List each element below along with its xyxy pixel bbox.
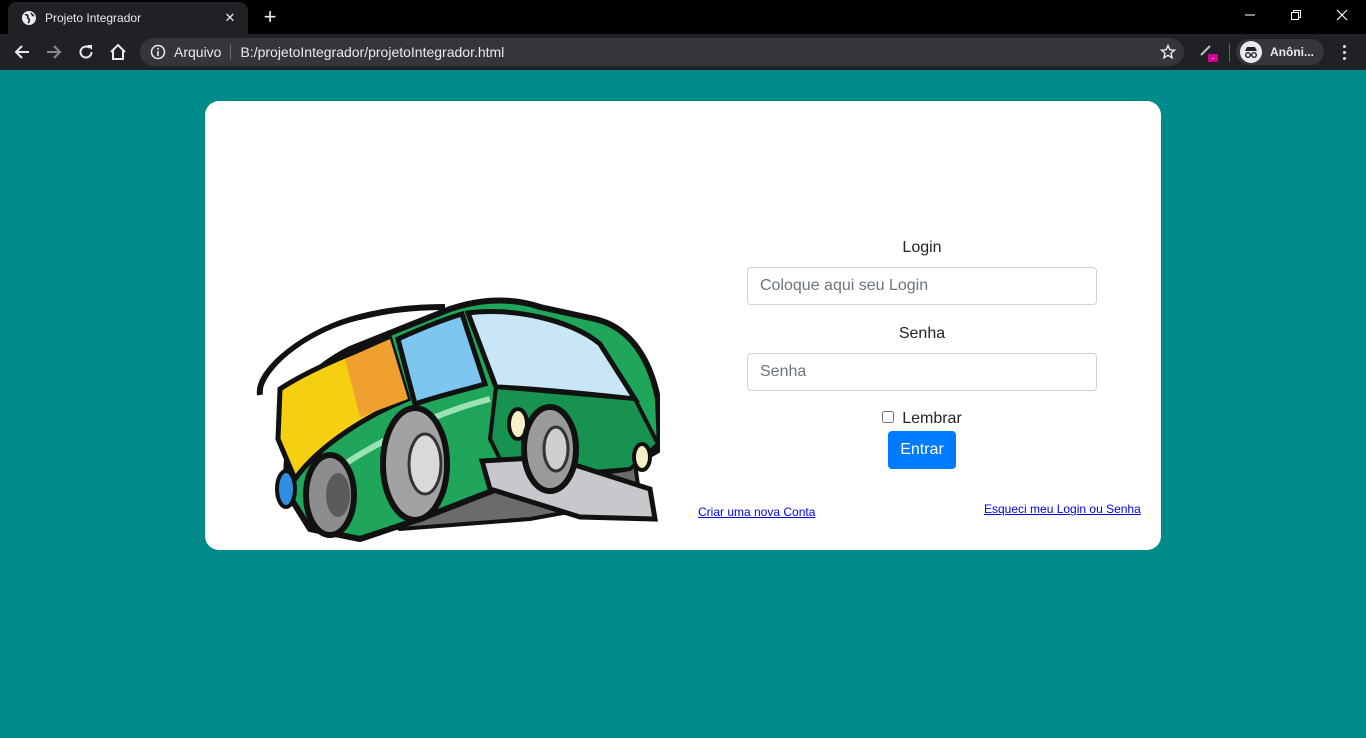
restore-icon[interactable]: [1273, 0, 1319, 30]
security-label: Arquivo: [174, 44, 222, 60]
remember-row: Lembrar: [747, 410, 1097, 428]
login-input[interactable]: [747, 267, 1097, 305]
close-window-icon[interactable]: [1319, 0, 1365, 30]
browser-menu-icon[interactable]: [1334, 42, 1354, 62]
url-text[interactable]: B:/projetoIntegrador/projetoIntegrador.h…: [240, 44, 504, 60]
remember-label: Lembrar: [902, 410, 962, 427]
remember-checkbox[interactable]: [882, 411, 895, 423]
omnibox-separator: [230, 44, 232, 60]
globe-icon: [21, 10, 37, 26]
password-label: Senha: [898, 325, 946, 342]
forward-arrow-icon[interactable]: [40, 38, 68, 66]
new-tab-button[interactable]: +: [258, 6, 282, 30]
login-submit-button[interactable]: Entrar: [888, 431, 956, 469]
extension-pen-icon[interactable]: -: [1198, 42, 1220, 64]
profile-name: Anôni...: [1270, 45, 1314, 59]
home-icon[interactable]: [104, 38, 132, 66]
create-account-link[interactable]: Criar uma nova Conta: [698, 505, 815, 519]
incognito-icon: [1240, 41, 1262, 63]
browser-tab[interactable]: Projeto Integrador ✕: [8, 2, 248, 34]
login-card: Login Senha Lembrar Entrar Criar uma nov…: [205, 101, 1161, 550]
toolbar-divider: [1229, 44, 1230, 62]
login-label: Login: [902, 239, 942, 256]
address-bar[interactable]: Arquivo B:/projetoIntegrador/projetoInte…: [140, 38, 1184, 66]
profile-button[interactable]: Anôni...: [1236, 39, 1324, 65]
forgot-credentials-link[interactable]: Esqueci meu Login ou Senha: [984, 502, 1141, 516]
tab-close-icon[interactable]: ✕: [222, 10, 238, 26]
back-arrow-icon[interactable]: [8, 38, 36, 66]
browser-toolbar: Arquivo B:/projetoIntegrador/projetoInte…: [0, 34, 1366, 70]
bookmark-star-icon[interactable]: [1160, 44, 1176, 60]
browser-tab-strip: Projeto Integrador ✕ +: [0, 0, 1366, 34]
van-illustration: [256, 297, 660, 542]
reload-icon[interactable]: [72, 38, 100, 66]
info-icon[interactable]: [150, 44, 166, 60]
minimize-icon[interactable]: [1227, 0, 1273, 30]
tab-title: Projeto Integrador: [45, 11, 142, 25]
password-input[interactable]: [747, 353, 1097, 391]
